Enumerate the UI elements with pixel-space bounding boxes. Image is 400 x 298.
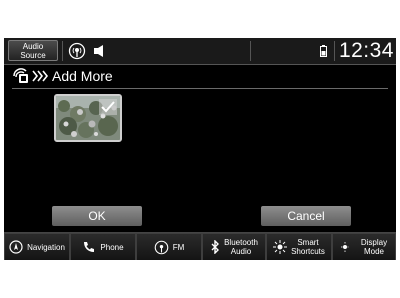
status-bar: Audio Source 12:34 (4, 38, 396, 65)
divider (334, 41, 335, 61)
nav-label: Smart Shortcuts (291, 238, 325, 256)
nav-label: Display Mode (360, 238, 388, 256)
nav-label: Phone (100, 242, 124, 252)
nav-bluetooth-audio[interactable]: Bluetooth Audio (202, 233, 266, 260)
compass-icon (9, 240, 23, 254)
ok-button[interactable]: OK (52, 206, 142, 226)
audio-source-button[interactable]: Audio Source (8, 40, 58, 61)
clock: 12:34 (338, 39, 394, 62)
checkmark-icon (99, 99, 117, 120)
title-divider (12, 88, 388, 89)
bottom-nav-bar: Navigation Phone FM Bluetooth Audio Smar… (4, 232, 396, 260)
page-title: Add More (52, 68, 113, 84)
sun-moon-icon (340, 241, 357, 253)
title-bar: Add More (4, 65, 396, 87)
nav-label: FM (172, 242, 185, 252)
phone-battery-icon (318, 42, 328, 60)
cancel-button[interactable]: Cancel (261, 206, 351, 226)
nav-navigation[interactable]: Navigation (4, 233, 70, 260)
nav-display-mode[interactable]: Display Mode (332, 233, 396, 260)
image-thumbnail[interactable] (54, 94, 122, 142)
nav-fm[interactable]: FM (136, 233, 202, 260)
nav-phone[interactable]: Phone (70, 233, 136, 260)
phone-projection-icon (12, 68, 30, 89)
nav-label: Navigation (27, 242, 65, 252)
infotainment-screen: Audio Source 12:34 Add More OK Cancel Na… (4, 38, 396, 260)
radio-icon (154, 240, 169, 255)
nav-smart-shortcuts[interactable]: Smart Shortcuts (266, 233, 332, 260)
divider (250, 41, 251, 61)
bluetooth-icon (210, 240, 220, 254)
audio-source-label: Audio Source (20, 41, 46, 60)
speaker-icon (92, 42, 106, 60)
spark-icon (273, 240, 288, 254)
divider (62, 41, 63, 61)
phone-icon (82, 240, 96, 254)
radio-icon (66, 42, 88, 60)
nav-label: Bluetooth Audio (224, 238, 258, 256)
triple-chevron-icon (32, 69, 50, 88)
